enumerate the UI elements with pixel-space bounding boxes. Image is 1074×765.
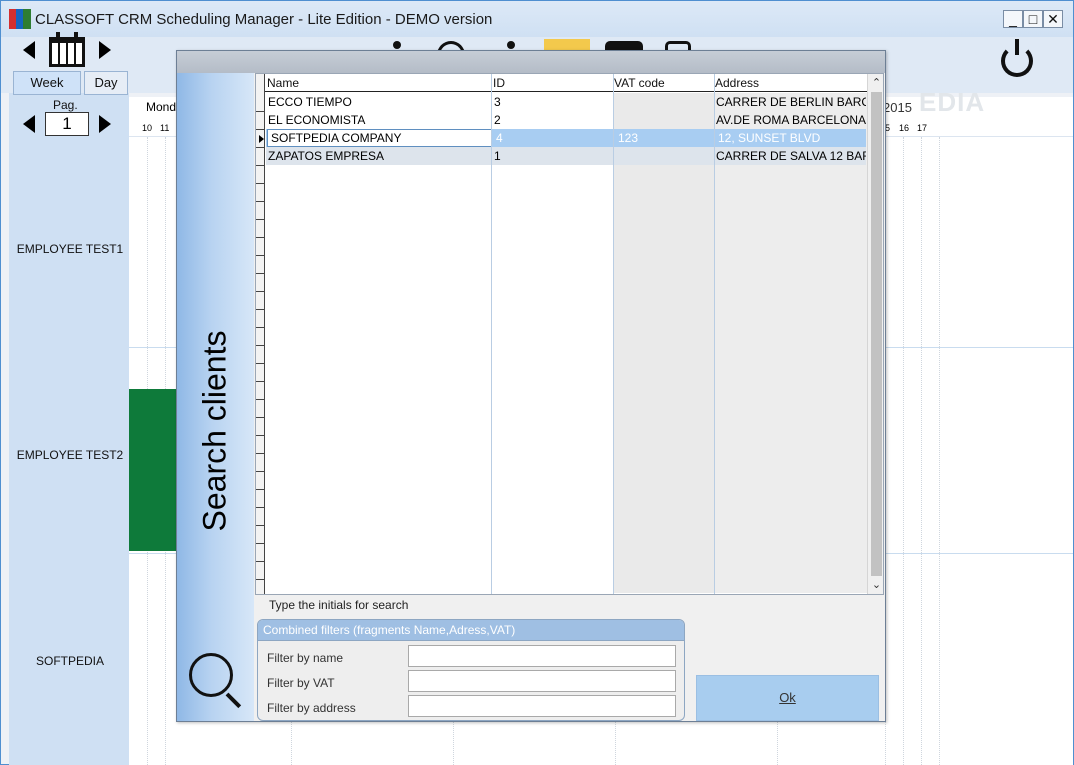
hour-label: 17 [917,123,928,133]
scroll-down-icon[interactable]: ⌄ [868,576,883,594]
table-row[interactable]: ZAPATOS EMPRESA 1 CARRER DE SALVA 12 BAR [266,147,866,165]
column-header-id[interactable]: ID [493,76,505,90]
minimize-button[interactable]: _ [1003,10,1023,28]
info-icon[interactable] [393,41,401,49]
search-hint: Type the initials for search [269,598,409,612]
table-row-selected[interactable]: SOFTPEDIA COMPANY 4 123 12, SUNSET BLVD [266,129,866,147]
watermark: EDIA [919,87,986,117]
employee-row-label: SOFTPEDIA [35,654,104,668]
table-row[interactable]: EL ECONOMISTA 2 AV.DE ROMA BARCELONA [266,111,866,129]
app-window: CLASSOFT CRM Scheduling Manager - Lite E… [0,0,1074,765]
scrollbar-thumb[interactable] [871,92,882,576]
appointment-block[interactable] [129,389,177,551]
filter-vat-input[interactable] [408,670,676,692]
next-page-icon[interactable] [99,115,111,133]
dialog-title: Search clients [196,330,233,532]
magnifier-icon [189,653,233,697]
cell-id: 1 [494,149,501,163]
row-indicator-column [256,74,265,594]
column-header-name[interactable]: Name [267,76,299,90]
employee-row-label: EMPLOYEE TEST2 [16,448,124,462]
current-row-arrow-icon [259,135,264,143]
previous-page-icon[interactable] [23,115,35,133]
page-label: Pag. [53,98,78,112]
next-week-icon[interactable] [99,41,111,59]
cell-name: ECCO TIEMPO [268,95,352,109]
grid-header: Name ID VAT code Address [256,74,883,92]
page-number-field[interactable]: 1 [45,112,89,136]
help-icon[interactable] [507,41,515,49]
clients-grid[interactable]: Name ID VAT code Address ECCO TIEMPO 3 C… [255,73,884,595]
cell-address: 12, SUNSET BLVD [718,131,821,145]
cell-id: 2 [494,113,501,127]
cell-id: 4 [496,131,503,145]
cell-address: CARRER DE BERLIN BARC [716,95,866,109]
column-header-address[interactable]: Address [715,76,759,90]
maximize-button[interactable]: □ [1023,10,1043,28]
filter-name-input[interactable] [408,645,676,667]
column-header-vat[interactable]: VAT code [614,76,665,90]
employee-row-label: EMPLOYEE TEST1 [16,242,124,256]
filter-name-label: Filter by name [267,651,344,665]
ok-button[interactable]: Ok [696,675,879,721]
cell-address: AV.DE ROMA BARCELONA [716,113,866,127]
cell-address: CARRER DE SALVA 12 BAR [716,149,866,163]
date-range-label: 2015 [883,100,912,115]
dialog-caption-bar[interactable] [177,51,885,73]
title-bar: CLASSOFT CRM Scheduling Manager - Lite E… [1,1,1073,37]
hour-label: 10 [142,123,153,133]
hour-label: 11 [160,123,170,133]
search-clients-dialog: Search clients Name ID VAT code Address [176,50,886,722]
scroll-up-icon[interactable]: ⌃ [868,74,883,92]
tab-week[interactable]: Week [13,71,81,95]
table-row[interactable]: ECCO TIEMPO 3 CARRER DE BERLIN BARC [266,93,866,111]
cell-name: EL ECONOMISTA [268,113,366,127]
grid-scrollbar[interactable]: ⌃ ⌄ [867,74,883,594]
calendar-icon[interactable] [49,32,85,67]
power-icon[interactable] [1001,39,1033,77]
dialog-side-panel: Search clients [177,73,254,721]
window-title: CLASSOFT CRM Scheduling Manager - Lite E… [35,11,493,28]
filter-address-input[interactable] [408,695,676,717]
cell-vat: 123 [618,131,639,145]
cell-name: ZAPATOS EMPRESA [268,149,385,163]
tab-day[interactable]: Day [84,71,128,95]
close-button[interactable]: ✕ [1043,10,1063,28]
filter-address-label: Filter by address [267,701,356,715]
hour-label: 16 [899,123,910,133]
day-label: Mond [146,100,177,114]
app-logo-icon [9,9,31,29]
cell-id: 3 [494,95,501,109]
cell-name: SOFTPEDIA COMPANY [271,131,402,145]
combined-filters-panel: Combined filters (fragments Name,Adress,… [257,619,685,721]
filter-vat-label: Filter by VAT [267,676,335,690]
filters-title: Combined filters (fragments Name,Adress,… [258,620,684,641]
previous-week-icon[interactable] [23,41,35,59]
